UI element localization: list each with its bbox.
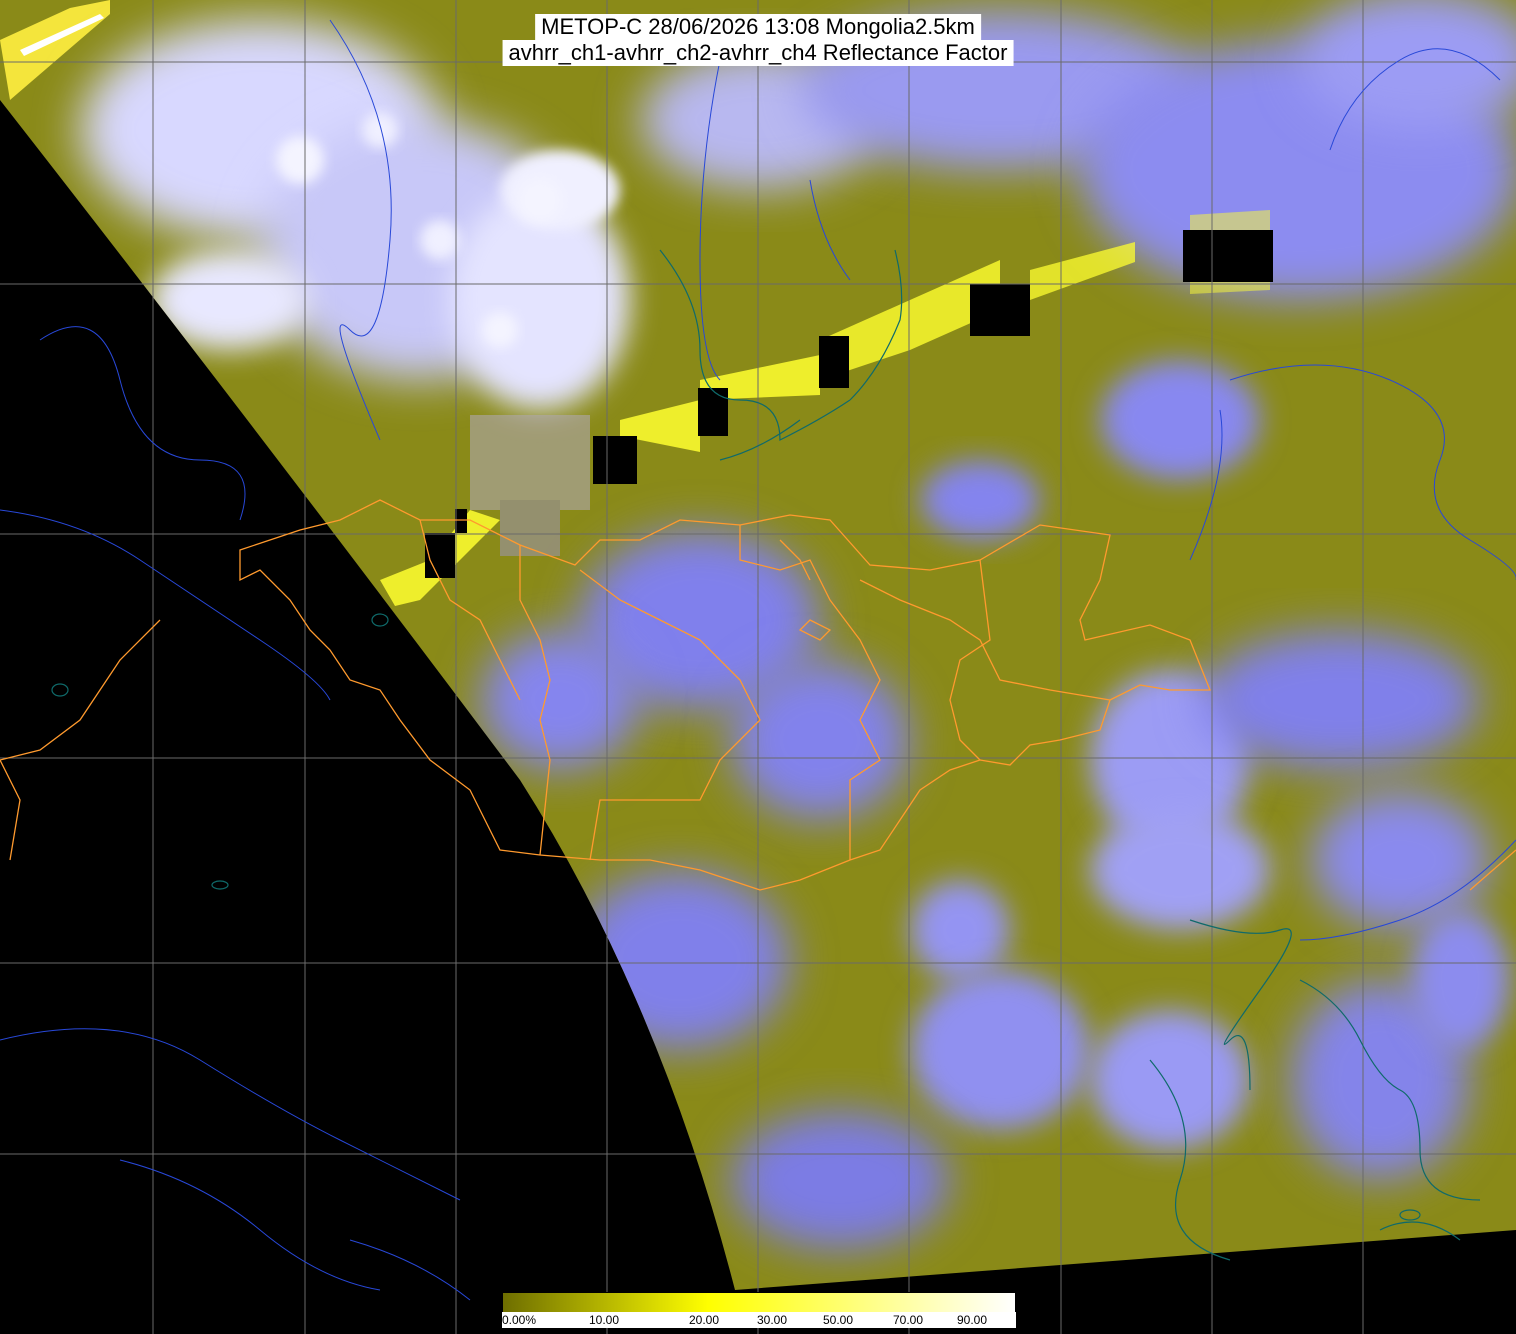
satellite-image — [0, 0, 1516, 1334]
colorbar-tick: 20.00 — [688, 1313, 720, 1327]
title-line-2: avhrr_ch1-avhrr_ch2-avhrr_ch4 Reflectanc… — [502, 40, 1014, 66]
colorbar-ramp — [502, 1292, 1016, 1314]
colorbar-tick: 90.00 — [956, 1313, 988, 1327]
title-line-1: METOP-C 28/06/2026 13:08 Mongolia2.5km — [535, 14, 981, 40]
colorbar: 0.00% 10.00 20.00 30.00 50.00 70.00 90.0… — [502, 1292, 1016, 1328]
colorbar-tick: 0.00% — [502, 1313, 537, 1327]
colorbar-labels: 0.00% 10.00 20.00 30.00 50.00 70.00 90.0… — [502, 1312, 1016, 1328]
colorbar-tick: 50.00 — [822, 1313, 854, 1327]
colorbar-tick: 30.00 — [756, 1313, 788, 1327]
colorbar-tick: 10.00 — [588, 1313, 620, 1327]
colorbar-tick: 70.00 — [892, 1313, 924, 1327]
